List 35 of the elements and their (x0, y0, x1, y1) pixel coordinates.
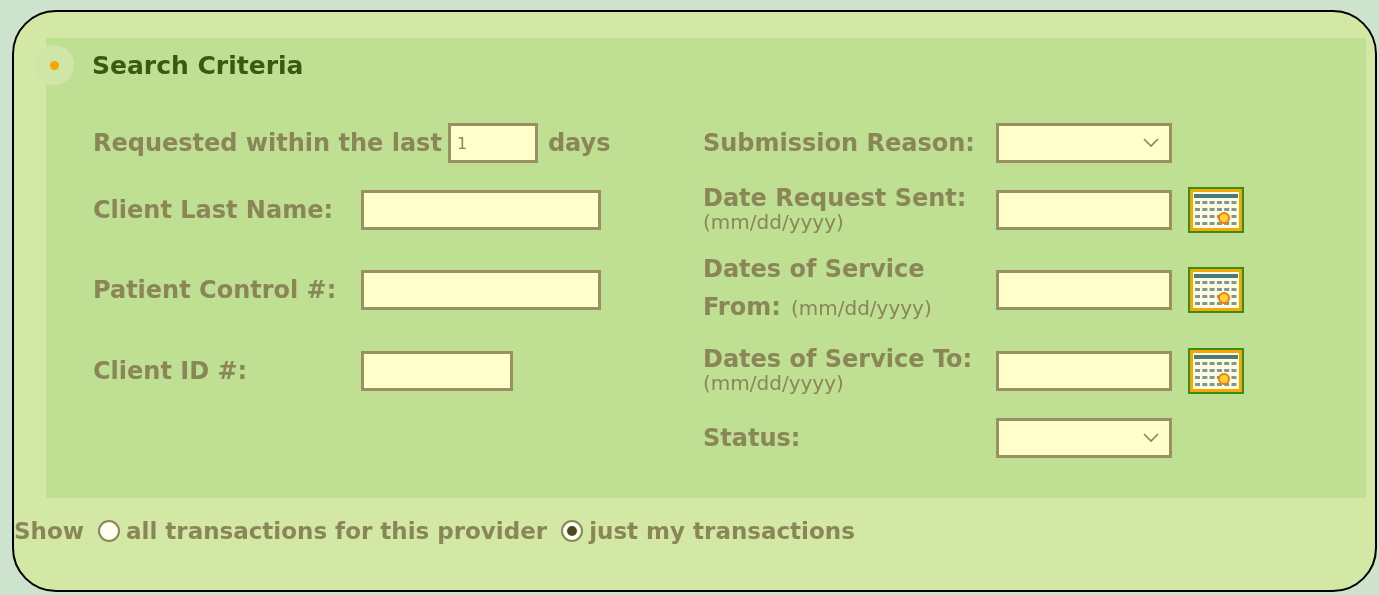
radio-button[interactable] (561, 520, 584, 542)
date-field[interactable] (996, 270, 1172, 310)
option-label[interactable]: all transactions for this provider (126, 518, 548, 544)
input-field[interactable]: 1 (447, 123, 538, 163)
field-label: Client ID #: (93, 357, 249, 385)
field-label: From: (703, 292, 781, 321)
radio-button[interactable] (98, 520, 120, 542)
field-label: Dates of Service (703, 253, 926, 285)
calendar-icon[interactable] (1188, 187, 1244, 233)
show-label: Show (14, 518, 84, 544)
bullet-icon (34, 45, 74, 85)
input-field[interactable] (361, 190, 601, 230)
date-field[interactable] (996, 190, 1172, 230)
field-label: Date Request Sent: (703, 186, 968, 210)
format-hint: (mm/dd/yyyy) (790, 295, 932, 320)
field-label: Dates of Service To: (703, 347, 974, 371)
field-label: Submission Reason: (703, 129, 976, 157)
field-label: days (547, 129, 611, 157)
field-label: Client Last Name: (93, 196, 335, 224)
section-title: Search Criteria (92, 50, 304, 80)
calendar-icon[interactable] (1188, 348, 1244, 394)
chevron-icon (1143, 138, 1159, 148)
input-field[interactable] (361, 270, 601, 310)
chevron-icon (1143, 433, 1159, 443)
date-field[interactable] (996, 351, 1172, 391)
option-label[interactable]: just my transactions (589, 518, 855, 544)
dropdown[interactable] (996, 123, 1172, 163)
calendar-icon[interactable] (1188, 267, 1244, 313)
dropdown[interactable] (996, 418, 1172, 458)
format-hint: (mm/dd/yyyy) (703, 210, 844, 234)
input-field[interactable] (361, 351, 513, 391)
field-label: Patient Control #: (93, 276, 338, 304)
field-label: Status: (703, 424, 802, 452)
format-hint: (mm/dd/yyyy) (703, 371, 845, 395)
field-label: Requested within the last (93, 129, 442, 157)
